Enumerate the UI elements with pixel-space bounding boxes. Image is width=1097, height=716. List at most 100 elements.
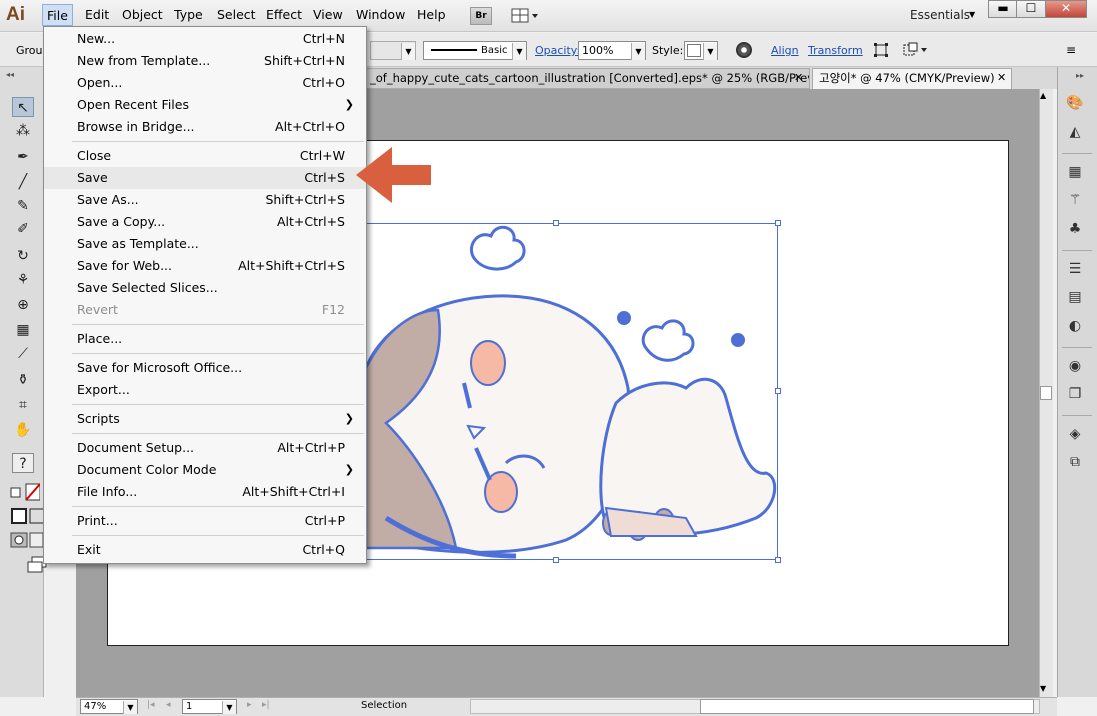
resize-handle[interactable]	[775, 220, 781, 226]
next-artboard-icon[interactable]: ▸	[247, 700, 252, 710]
graphic-styles-icon[interactable]: ❐	[1066, 386, 1084, 402]
gradient-icon[interactable]: ▤	[1066, 289, 1084, 305]
menu-item-save-for-web[interactable]: Save for Web... Alt+Shift+Ctrl+S	[44, 255, 366, 277]
recolor-artwork-icon[interactable]	[736, 42, 752, 58]
last-artboard-icon[interactable]: ▸|	[262, 700, 270, 710]
menu-item-save-as-template[interactable]: Save as Template...	[44, 233, 366, 255]
symbol-sprayer-tool-icon[interactable]: ⚱	[12, 370, 34, 390]
artboards-icon[interactable]: ⧉	[1066, 454, 1084, 470]
menu-item-document-setup[interactable]: Document Setup... Alt+Ctrl+P	[44, 437, 366, 459]
magic-wand-tool-icon[interactable]: ⁂	[12, 121, 34, 141]
menu-file[interactable]: File	[42, 4, 73, 26]
menu-item-open-recent[interactable]: Open Recent Files ❯	[44, 94, 366, 116]
rotate-tool-icon[interactable]: ↻	[12, 246, 34, 266]
workspace-switcher[interactable]: Essentials	[910, 8, 970, 22]
menu-item-shortcut: Ctrl+O	[302, 75, 345, 90]
appearance-icon[interactable]: ◉	[1066, 358, 1084, 374]
scroll-up-icon[interactable]: ▲	[1040, 91, 1046, 100]
help-icon[interactable]: ?	[12, 453, 34, 473]
resize-handle[interactable]	[775, 557, 781, 563]
transparency-icon[interactable]: ◐	[1066, 318, 1084, 334]
opacity-link[interactable]: Opacity:	[535, 44, 580, 57]
menu-window[interactable]: Window	[352, 4, 409, 26]
scrollbar-thumb[interactable]	[700, 699, 1034, 714]
menu-help[interactable]: Help	[413, 4, 450, 26]
symbols-icon[interactable]: ♣	[1066, 221, 1084, 237]
menu-item-save-as[interactable]: Save As... Shift+Ctrl+S	[44, 189, 366, 211]
close-button[interactable]: ✕	[1045, 0, 1087, 18]
close-icon[interactable]: ✕	[794, 71, 803, 84]
color-guide-icon[interactable]: ◭	[1066, 124, 1084, 140]
transform-link[interactable]: Transform	[808, 44, 863, 57]
menu-item-save-selected-slices[interactable]: Save Selected Slices...	[44, 277, 366, 299]
paintbrush-tool-icon[interactable]: ✎	[12, 196, 34, 216]
line-tool-icon[interactable]: ╱	[12, 172, 34, 192]
menu-item-open[interactable]: Open... Ctrl+O	[44, 72, 366, 94]
shape-builder-tool-icon[interactable]: ⊕	[12, 295, 34, 315]
first-artboard-icon[interactable]: |◂	[147, 700, 155, 710]
panel-menu-icon[interactable]: ≡	[1066, 43, 1076, 57]
width-tool-icon[interactable]: ⚘	[12, 270, 34, 290]
menu-item-close[interactable]: Close Ctrl+W	[44, 145, 366, 167]
swatches-icon[interactable]: ▦	[1066, 164, 1084, 180]
draw-mode-icon[interactable]	[10, 532, 44, 548]
resize-handle[interactable]	[775, 388, 781, 394]
opacity-input[interactable]: 100% ▼	[578, 41, 646, 60]
menu-edit[interactable]: Edit	[81, 4, 113, 26]
selection-tool-icon[interactable]: ↖	[12, 97, 34, 117]
bridge-button[interactable]: Br	[470, 7, 492, 25]
menu-view[interactable]: View	[309, 4, 347, 26]
menu-item-save-for-microsoft-office[interactable]: Save for Microsoft Office...	[44, 357, 366, 379]
color-mode-icon[interactable]	[10, 508, 45, 526]
transform-options-icon[interactable]	[902, 42, 928, 58]
menu-item-document-color-mode[interactable]: Document Color Mode ❯	[44, 459, 366, 481]
align-link[interactable]: Align	[771, 44, 799, 57]
status-text[interactable]: Selection	[361, 700, 407, 711]
tab-document-1[interactable]: _of_happy_cute_cats_cartoon_illustration…	[366, 68, 810, 89]
menu-item-export[interactable]: Export...	[44, 379, 366, 401]
menu-effect[interactable]: Effect	[262, 4, 306, 26]
blob-brush-tool-icon[interactable]: ✐	[12, 219, 34, 239]
menu-select[interactable]: Select	[213, 4, 260, 26]
collapse-icon[interactable]: ◂◂	[6, 70, 14, 79]
scroll-down-icon[interactable]: ▼	[1040, 684, 1046, 693]
artboard-tool-icon[interactable]: ⌗	[12, 395, 34, 415]
menu-item-save[interactable]: Save Ctrl+S	[44, 167, 366, 189]
zoom-dropdown[interactable]: 47% ▼	[80, 699, 138, 714]
previous-artboard-icon[interactable]: ◂	[166, 700, 171, 710]
artboard-number-dropdown[interactable]: 1 ▼	[182, 699, 237, 714]
mesh-tool-icon[interactable]: ▦	[12, 320, 34, 340]
menu-item-save-a-copy[interactable]: Save a Copy... Alt+Ctrl+S	[44, 211, 366, 233]
minimize-button[interactable]: ▬	[988, 0, 1018, 18]
resize-handle[interactable]	[553, 220, 559, 226]
pen-tool-icon[interactable]: ✒	[12, 147, 34, 167]
close-icon[interactable]: ✕	[997, 71, 1006, 84]
scrollbar-thumb[interactable]	[1040, 386, 1052, 400]
menu-item-label: Document Color Mode	[77, 462, 217, 477]
arrange-documents-icon[interactable]	[511, 7, 539, 25]
layers-icon[interactable]: ◈	[1066, 426, 1084, 442]
isolate-group-icon[interactable]	[873, 42, 889, 58]
tab-document-2[interactable]: 고양이* @ 47% (CMYK/Preview)	[812, 68, 1012, 89]
hand-tool-icon[interactable]: ✋	[12, 420, 34, 440]
brushes-icon[interactable]: ⚚	[1066, 192, 1084, 208]
menu-item-new[interactable]: New... Ctrl+N	[44, 28, 366, 50]
menu-item-browse-in-bridge[interactable]: Browse in Bridge... Alt+Ctrl+O	[44, 116, 366, 138]
menu-type[interactable]: Type	[170, 4, 207, 26]
menu-item-new-from-template[interactable]: New from Template... Shift+Ctrl+N	[44, 50, 366, 72]
menu-item-scripts[interactable]: Scripts ❯	[44, 408, 366, 430]
menu-item-exit[interactable]: Exit Ctrl+Q	[44, 539, 366, 561]
resize-handle[interactable]	[553, 557, 559, 563]
expand-panels-icon[interactable]: ▸▸	[1076, 71, 1084, 80]
maximize-button[interactable]: ☐	[1016, 0, 1046, 18]
menu-item-place[interactable]: Place...	[44, 328, 366, 350]
stroke-icon[interactable]: ☰	[1066, 261, 1084, 277]
selection-bounding-box[interactable]	[366, 223, 778, 560]
menu-item-print[interactable]: Print... Ctrl+P	[44, 510, 366, 532]
fill-stroke-icon[interactable]	[10, 482, 41, 506]
stroke-weight-field[interactable]: ▼	[370, 41, 416, 60]
menu-item-file-info[interactable]: File Info... Alt+Shift+Ctrl+I	[44, 481, 366, 503]
eyedropper-tool-icon[interactable]: ⟋	[12, 344, 34, 364]
menu-object[interactable]: Object	[118, 4, 167, 26]
color-panel-icon[interactable]: 🎨	[1066, 95, 1084, 111]
